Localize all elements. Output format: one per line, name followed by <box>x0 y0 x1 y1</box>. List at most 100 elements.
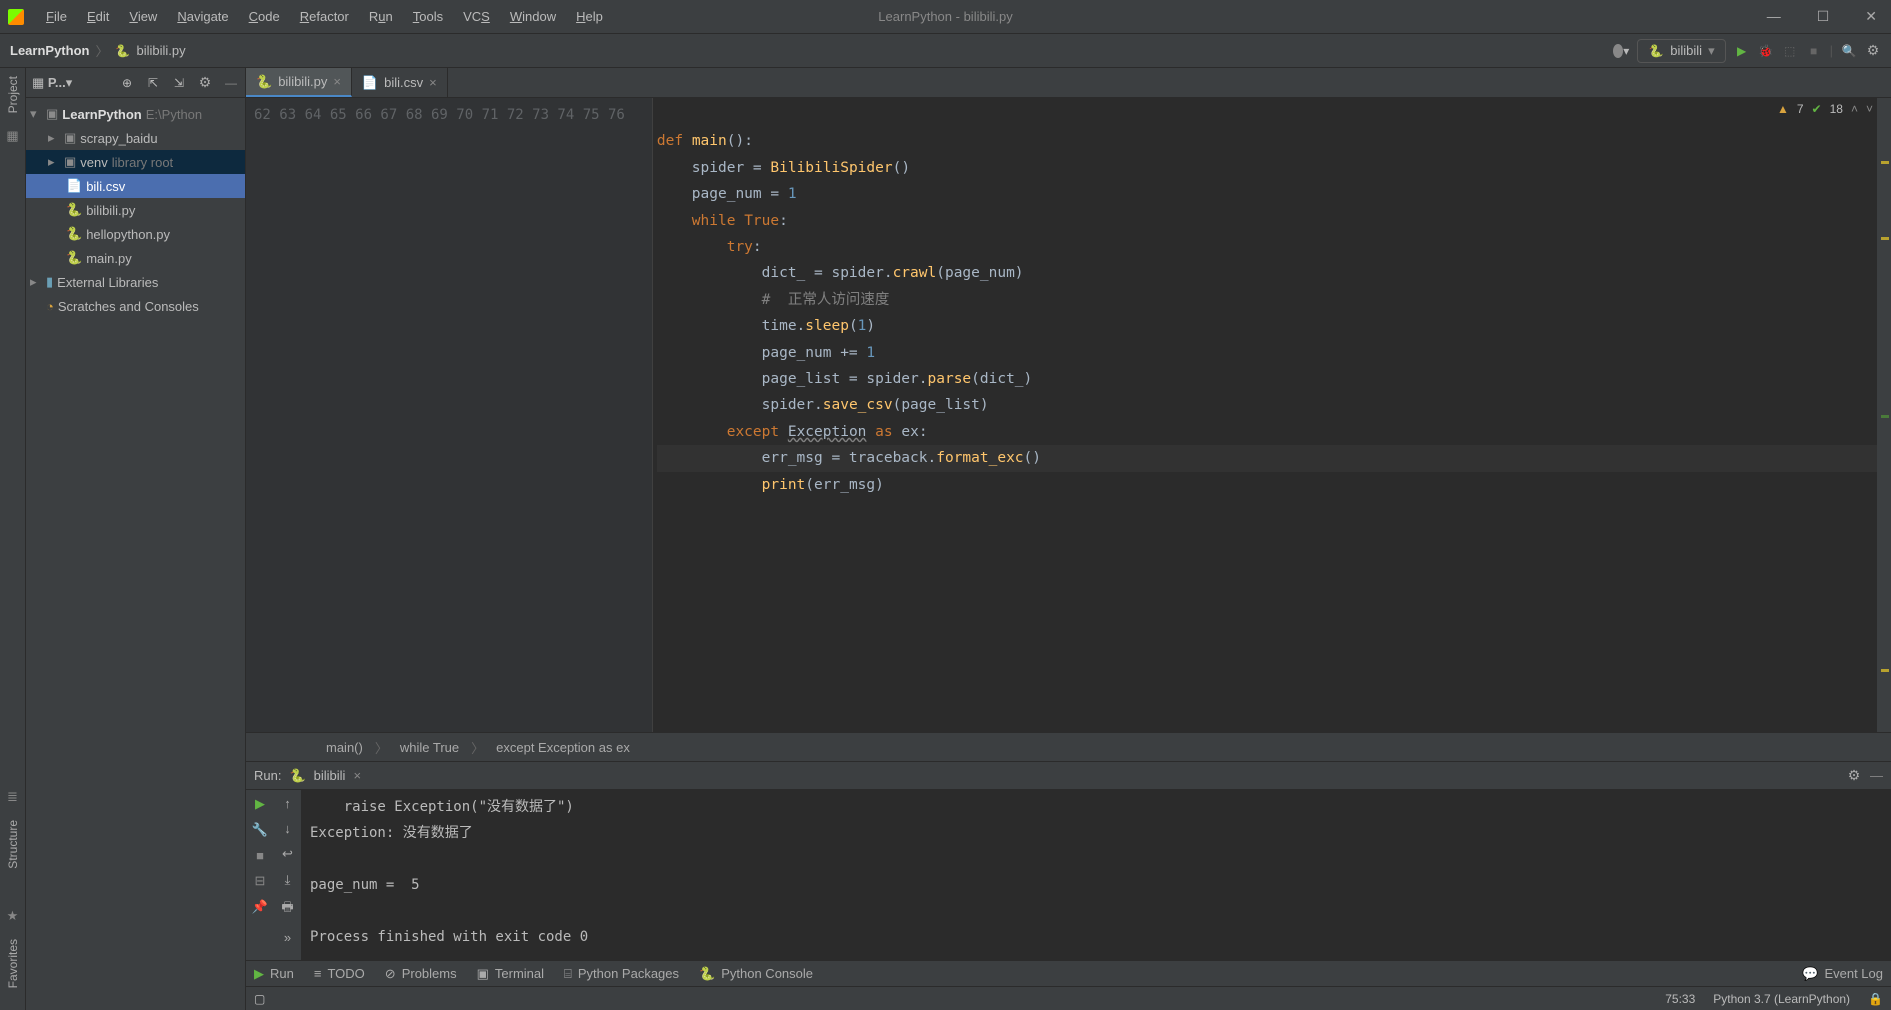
tree-folder-scrapy[interactable]: ▸▣ scrapy_baidu <box>26 126 245 150</box>
collapse-all-icon[interactable]: ⇱ <box>145 75 161 91</box>
folder-icon: ▣ <box>64 130 76 146</box>
tab-bilibili[interactable]: 🐍 bilibili.py × <box>246 68 352 97</box>
close-tab-icon[interactable]: × <box>429 75 437 90</box>
tab-bilicsv[interactable]: 📄 bili.csv × <box>352 68 448 97</box>
structure-panel-icon[interactable]: ≣ <box>4 788 22 806</box>
event-log-button[interactable]: 💬Event Log <box>1802 966 1883 982</box>
tree-file-bilibilipy[interactable]: 🐍 bilibili.py <box>26 198 245 222</box>
quick-access-icon[interactable]: ▢ <box>254 992 265 1006</box>
toolwin-packages[interactable]: ⌸Python Packages <box>564 966 679 982</box>
down-stack-button[interactable]: ↓ <box>284 821 291 836</box>
scratches-icon: ◔ <box>46 299 54 314</box>
minimize-button[interactable]: — <box>1761 6 1787 27</box>
cursor-position[interactable]: 75:33 <box>1665 992 1695 1006</box>
folder-icon: ▣ <box>64 154 76 170</box>
favorites-tool-button[interactable]: Favorites <box>6 939 20 988</box>
pin-button[interactable]: 📌 <box>252 899 268 915</box>
close-button[interactable]: ✕ <box>1859 6 1883 27</box>
tree-item-label: hellopython.py <box>86 227 170 242</box>
more-actions-button[interactable]: » <box>284 930 291 945</box>
tree-file-main[interactable]: 🐍 main.py <box>26 246 245 270</box>
menu-edit[interactable]: Edit <box>79 5 117 28</box>
tree-scratches[interactable]: ◔ Scratches and Consoles <box>26 294 245 318</box>
stop-button[interactable]: ■ <box>1806 43 1822 59</box>
locate-file-icon[interactable]: ⊕ <box>119 75 135 91</box>
next-highlight-icon[interactable]: ˅ <box>1866 102 1873 116</box>
project-tool-button[interactable]: Project <box>6 76 20 113</box>
maximize-button[interactable]: ☐ <box>1811 6 1836 27</box>
soft-wrap-button[interactable]: ↩ <box>282 846 293 862</box>
up-stack-button[interactable]: ↑ <box>284 796 291 811</box>
menu-code[interactable]: Code <box>241 5 288 28</box>
run-config-tab[interactable]: bilibili <box>314 768 346 783</box>
scroll-to-end-button[interactable]: ⤓ <box>285 872 291 888</box>
csv-file-icon: 📄 <box>362 75 378 91</box>
favorites-star-icon[interactable]: ★ <box>4 907 22 925</box>
menu-run[interactable]: Run <box>361 5 401 28</box>
scope-item[interactable]: while True <box>400 740 459 755</box>
run-config-name: bilibili <box>1670 43 1702 58</box>
console-output[interactable]: raise Exception("没有数据了") Exception: 没有数据… <box>302 790 1891 960</box>
rerun-button[interactable]: ▶ <box>255 796 265 812</box>
code-content[interactable]: def main(): spider = BilibiliSpider() pa… <box>653 98 1891 732</box>
close-tab-icon[interactable]: × <box>333 74 341 89</box>
editor-inspections[interactable]: ▲7 ✔18 ˄ ˅ <box>1777 102 1873 116</box>
coverage-button[interactable]: ⬚ <box>1782 43 1798 59</box>
tree-file-bilicsv[interactable]: 📄 bili.csv <box>26 174 245 198</box>
interpreter-indicator[interactable]: Python 3.7 (LearnPython) <box>1713 992 1850 1006</box>
structure-tool-button[interactable]: Structure <box>6 820 20 869</box>
app-logo-icon <box>8 9 24 25</box>
run-button[interactable]: ▶ <box>1734 43 1750 59</box>
print-button[interactable]: 🖶 <box>281 898 293 920</box>
tree-folder-venv[interactable]: ▸▣ venv library root <box>26 150 245 174</box>
expand-all-icon[interactable]: ⇲ <box>171 75 187 91</box>
menu-refactor[interactable]: Refactor <box>292 5 357 28</box>
toolwin-run[interactable]: ▶Run <box>254 966 294 982</box>
close-run-tab-icon[interactable]: × <box>353 768 361 783</box>
tree-external-libraries[interactable]: ▸▮ External Libraries <box>26 270 245 294</box>
project-view-selector[interactable]: ▦ P...▾ <box>32 75 72 91</box>
scope-item[interactable]: except Exception as ex <box>496 740 630 755</box>
menu-vcs[interactable]: VCS <box>455 5 498 28</box>
toolwin-todo[interactable]: ≡TODO <box>314 966 365 981</box>
warning-count: 7 <box>1797 102 1804 116</box>
hide-pane-icon[interactable]: — <box>223 75 239 91</box>
ok-count: 18 <box>1830 102 1843 116</box>
scope-item[interactable]: main() <box>326 740 363 755</box>
hide-run-icon[interactable]: — <box>1870 768 1883 783</box>
toolwin-console[interactable]: 🐍Python Console <box>699 966 813 982</box>
python-config-icon: 🐍 <box>1648 43 1664 59</box>
debug-button[interactable]: 🐞 <box>1758 43 1774 59</box>
breadcrumb-file[interactable]: bilibili.py <box>136 43 185 58</box>
run-controls-secondary: ↑ ↓ ↩ ⤓ 🖶 » <box>274 790 302 960</box>
left-toolwindow-bar: Project ▦ ≣ Structure ★ Favorites <box>0 68 26 1010</box>
toolwin-problems[interactable]: ⊘Problems <box>385 966 457 982</box>
wrench-button[interactable]: 🔧 <box>252 822 268 838</box>
menu-window[interactable]: Window <box>502 5 564 28</box>
layout-button[interactable]: ⊟ <box>255 873 266 889</box>
menu-help[interactable]: Help <box>568 5 611 28</box>
add-user-icon[interactable]: ▾ <box>1613 43 1629 59</box>
run-controls-primary: ▶ 🔧 ■ ⊟ 📌 <box>246 790 274 960</box>
editor-marker-strip[interactable] <box>1877 98 1891 732</box>
menu-view[interactable]: View <box>121 5 165 28</box>
menu-tools[interactable]: Tools <box>405 5 451 28</box>
lock-icon[interactable]: 🔒 <box>1868 992 1883 1006</box>
fold-gutter[interactable] <box>635 98 653 732</box>
breadcrumb-project[interactable]: LearnPython <box>10 43 89 58</box>
prev-highlight-icon[interactable]: ˄ <box>1851 102 1858 116</box>
code-editor[interactable]: 62 63 64 65 66 67 68 69 70 71 72 73 74 7… <box>246 98 1891 732</box>
stop-run-button[interactable]: ■ <box>256 848 264 863</box>
pane-settings-icon[interactable] <box>197 75 213 91</box>
tree-item-label: main.py <box>86 251 132 266</box>
project-panel-icon[interactable]: ▦ <box>4 127 22 145</box>
settings-button[interactable] <box>1865 43 1881 59</box>
tree-root[interactable]: ▾ ▣ LearnPython E:\Python <box>26 102 245 126</box>
toolwin-terminal[interactable]: ▣Terminal <box>477 966 544 982</box>
menu-file[interactable]: FFileile <box>38 5 75 28</box>
tree-file-hellopython[interactable]: 🐍 hellopython.py <box>26 222 245 246</box>
search-everywhere-button[interactable]: 🔍 <box>1841 43 1857 59</box>
run-config-dropdown[interactable]: 🐍 bilibili ▾ <box>1637 39 1725 63</box>
run-settings-icon[interactable] <box>1846 768 1862 784</box>
menu-navigate[interactable]: Navigate <box>169 5 236 28</box>
